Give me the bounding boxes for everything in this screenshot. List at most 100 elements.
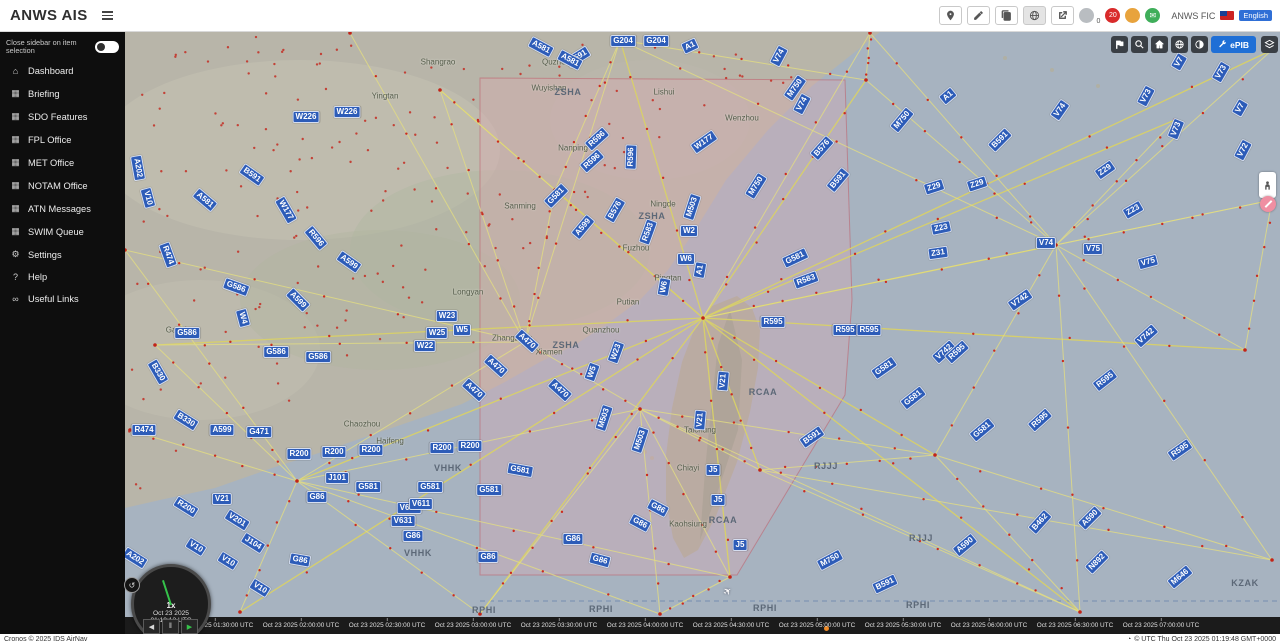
timeline-stamp: Oct 23 2025 02:30:00 UTC bbox=[349, 622, 425, 629]
epib-label: ePIB bbox=[1230, 40, 1249, 50]
sidebar-item-settings[interactable]: ⚙ Settings bbox=[0, 243, 125, 266]
open-external-button[interactable] bbox=[1051, 6, 1074, 25]
grid-icon: ▦ bbox=[10, 134, 21, 145]
measure-button[interactable] bbox=[1260, 196, 1276, 212]
globe-tool-button[interactable] bbox=[1171, 36, 1188, 53]
timeline-stamp: Oct 23 2025 07:00:00 UTC bbox=[1123, 622, 1199, 629]
location-pin-icon bbox=[945, 10, 956, 21]
timeline-stamp: Oct 23 2025 06:00:00 UTC bbox=[951, 622, 1027, 629]
sidebar-item-met-office[interactable]: ▦ MET Office bbox=[0, 151, 125, 174]
open-external-icon bbox=[1057, 10, 1068, 21]
contrast-icon bbox=[1194, 39, 1205, 50]
sidebar-item-label: Help bbox=[28, 272, 47, 282]
sidebar-item-label: Useful Links bbox=[28, 294, 79, 304]
sidebar-item-swim-queue[interactable]: ▦ SWIM Queue bbox=[0, 220, 125, 243]
gear-icon: ⚙ bbox=[10, 249, 21, 260]
home-icon: ⌂ bbox=[10, 66, 21, 76]
menu-icon[interactable] bbox=[102, 11, 113, 20]
sidebar-item-fpl-office[interactable]: ▦ FPL Office bbox=[0, 128, 125, 151]
sidebar-item-notam-office[interactable]: ▦ NOTAM Office bbox=[0, 174, 125, 197]
flag-tool-button[interactable] bbox=[1111, 36, 1128, 53]
grid-icon: ▦ bbox=[10, 157, 21, 168]
sidebar-item-atn-messages[interactable]: ▦ ATN Messages bbox=[0, 197, 125, 220]
sidebar-item-help[interactable]: ? Help bbox=[0, 266, 125, 288]
sidebar-item-label: Briefing bbox=[28, 89, 60, 99]
timeline-stamp: Oct 23 2025 05:00:00 UTC bbox=[779, 622, 855, 629]
sidebar-item-label: Dashboard bbox=[28, 66, 73, 76]
location-pin-button[interactable] bbox=[939, 6, 962, 25]
footer-utc-time: © UTC Thu Oct 23 2025 01:19:48 GMT+0000 bbox=[1134, 636, 1276, 643]
grid-icon: ▦ bbox=[10, 88, 21, 99]
measure-icon bbox=[1264, 200, 1272, 208]
notifications-icon[interactable] bbox=[1079, 8, 1094, 23]
sidebar-toggle[interactable] bbox=[95, 41, 119, 53]
layers-button[interactable] bbox=[1261, 36, 1278, 53]
grid-icon: ▦ bbox=[10, 226, 21, 237]
timeline-bar[interactable]: Oct 23 2025 01:30:00 UTCOct 23 2025 02:0… bbox=[125, 617, 1280, 634]
wrench-icon bbox=[1218, 40, 1227, 49]
sidebar-item-briefing[interactable]: ▦ Briefing bbox=[0, 82, 125, 105]
zoom-tool-button[interactable] bbox=[1131, 36, 1148, 53]
map-toolbar: ePIB bbox=[1111, 36, 1256, 53]
messages-icon[interactable]: ✉ bbox=[1145, 8, 1160, 23]
sidebar-item-label: SDO Features bbox=[28, 112, 87, 122]
clock-reset-button[interactable]: ↺ bbox=[124, 577, 140, 593]
link-icon: ∞ bbox=[10, 294, 21, 304]
home-tool-button[interactable] bbox=[1151, 36, 1168, 53]
user-label: ANWS FIC bbox=[1171, 11, 1215, 21]
flag-icon bbox=[1114, 39, 1125, 50]
clock-icon: ◔ bbox=[1127, 636, 1131, 643]
timeline-stamp: Oct 23 2025 04:30:00 UTC bbox=[693, 622, 769, 629]
timeline-stamp: Oct 23 2025 03:00:00 UTC bbox=[435, 622, 511, 629]
duplicate-icon bbox=[1001, 10, 1012, 21]
sidebar-item-label: SWIM Queue bbox=[28, 227, 84, 237]
timeline-stamp: Oct 23 2025 05:30:00 UTC bbox=[865, 622, 941, 629]
globe-button[interactable] bbox=[1023, 6, 1046, 25]
help-icon: ? bbox=[10, 272, 21, 282]
playback-controls: ◀ ‖ ▶ bbox=[143, 619, 198, 634]
grid-icon: ▦ bbox=[10, 203, 21, 214]
duplicate-button[interactable] bbox=[995, 6, 1018, 25]
globe-icon bbox=[1029, 10, 1040, 21]
notifications-count: 0 bbox=[1096, 18, 1100, 25]
epib-button[interactable]: ePIB bbox=[1211, 36, 1256, 53]
map-graphics bbox=[125, 32, 1280, 634]
edit-icon bbox=[973, 10, 984, 21]
clock-date: Oct 23 2025 bbox=[153, 610, 189, 617]
sidebar-item-useful-links[interactable]: ∞ Useful Links bbox=[0, 288, 125, 310]
sidebar-item-label: ATN Messages bbox=[28, 204, 91, 214]
alerts-badge[interactable]: 20 bbox=[1105, 8, 1120, 23]
play-button[interactable]: ▶ bbox=[181, 619, 198, 634]
app-header: ANWS AIS 0 20 ✉ ANWS FIC English bbox=[0, 0, 1280, 32]
warning-icon[interactable] bbox=[1125, 8, 1140, 23]
sidebar-item-label: NOTAM Office bbox=[28, 181, 88, 191]
sidebar-item-sdo-features[interactable]: ▦SDO Features bbox=[0, 105, 125, 128]
status-footer: Cronos © 2025 IDS AirNav ◔ © UTC Thu Oct… bbox=[0, 634, 1280, 644]
sidebar-item-label: Settings bbox=[28, 250, 62, 260]
sidebar-toggle-label: Close sidebar on item selection bbox=[6, 39, 90, 55]
contrast-tool-button[interactable] bbox=[1191, 36, 1208, 53]
sidebar-item-label: MET Office bbox=[28, 158, 74, 168]
globe-icon bbox=[1174, 39, 1185, 50]
pegman-icon bbox=[1262, 180, 1273, 191]
timeline-stamp: Oct 23 2025 03:30:00 UTC bbox=[521, 622, 597, 629]
grid-icon: ▦ bbox=[10, 180, 21, 191]
edit-button[interactable] bbox=[967, 6, 990, 25]
app-title: ANWS AIS bbox=[10, 7, 88, 24]
pause-button[interactable]: ‖ bbox=[162, 619, 179, 634]
footer-credit: Cronos © 2025 IDS AirNav bbox=[4, 636, 87, 643]
search-icon bbox=[1134, 39, 1145, 50]
pegman-button[interactable] bbox=[1259, 172, 1276, 198]
timeline-stamp: Oct 23 2025 02:00:00 UTC bbox=[263, 622, 339, 629]
sidebar: Close sidebar on item selection ⌂ Dashboa… bbox=[0, 32, 125, 634]
user-flag-icon bbox=[1220, 11, 1234, 20]
home-icon bbox=[1154, 39, 1165, 50]
timeline-stamp: Oct 23 2025 04:00:00 UTC bbox=[607, 622, 683, 629]
timeline-stamp: Oct 23 2025 06:30:00 UTC bbox=[1037, 622, 1113, 629]
language-badge[interactable]: English bbox=[1239, 10, 1272, 21]
sidebar-item-dashboard[interactable]: ⌂ Dashboard bbox=[0, 60, 125, 82]
layers-icon bbox=[1264, 39, 1275, 50]
step-back-button[interactable]: ◀ bbox=[143, 619, 160, 634]
sidebar-item-label: FPL Office bbox=[28, 135, 71, 145]
map-canvas[interactable]: WuyishanNanpingSanmingLongyanZhangzhouXi… bbox=[125, 32, 1280, 634]
